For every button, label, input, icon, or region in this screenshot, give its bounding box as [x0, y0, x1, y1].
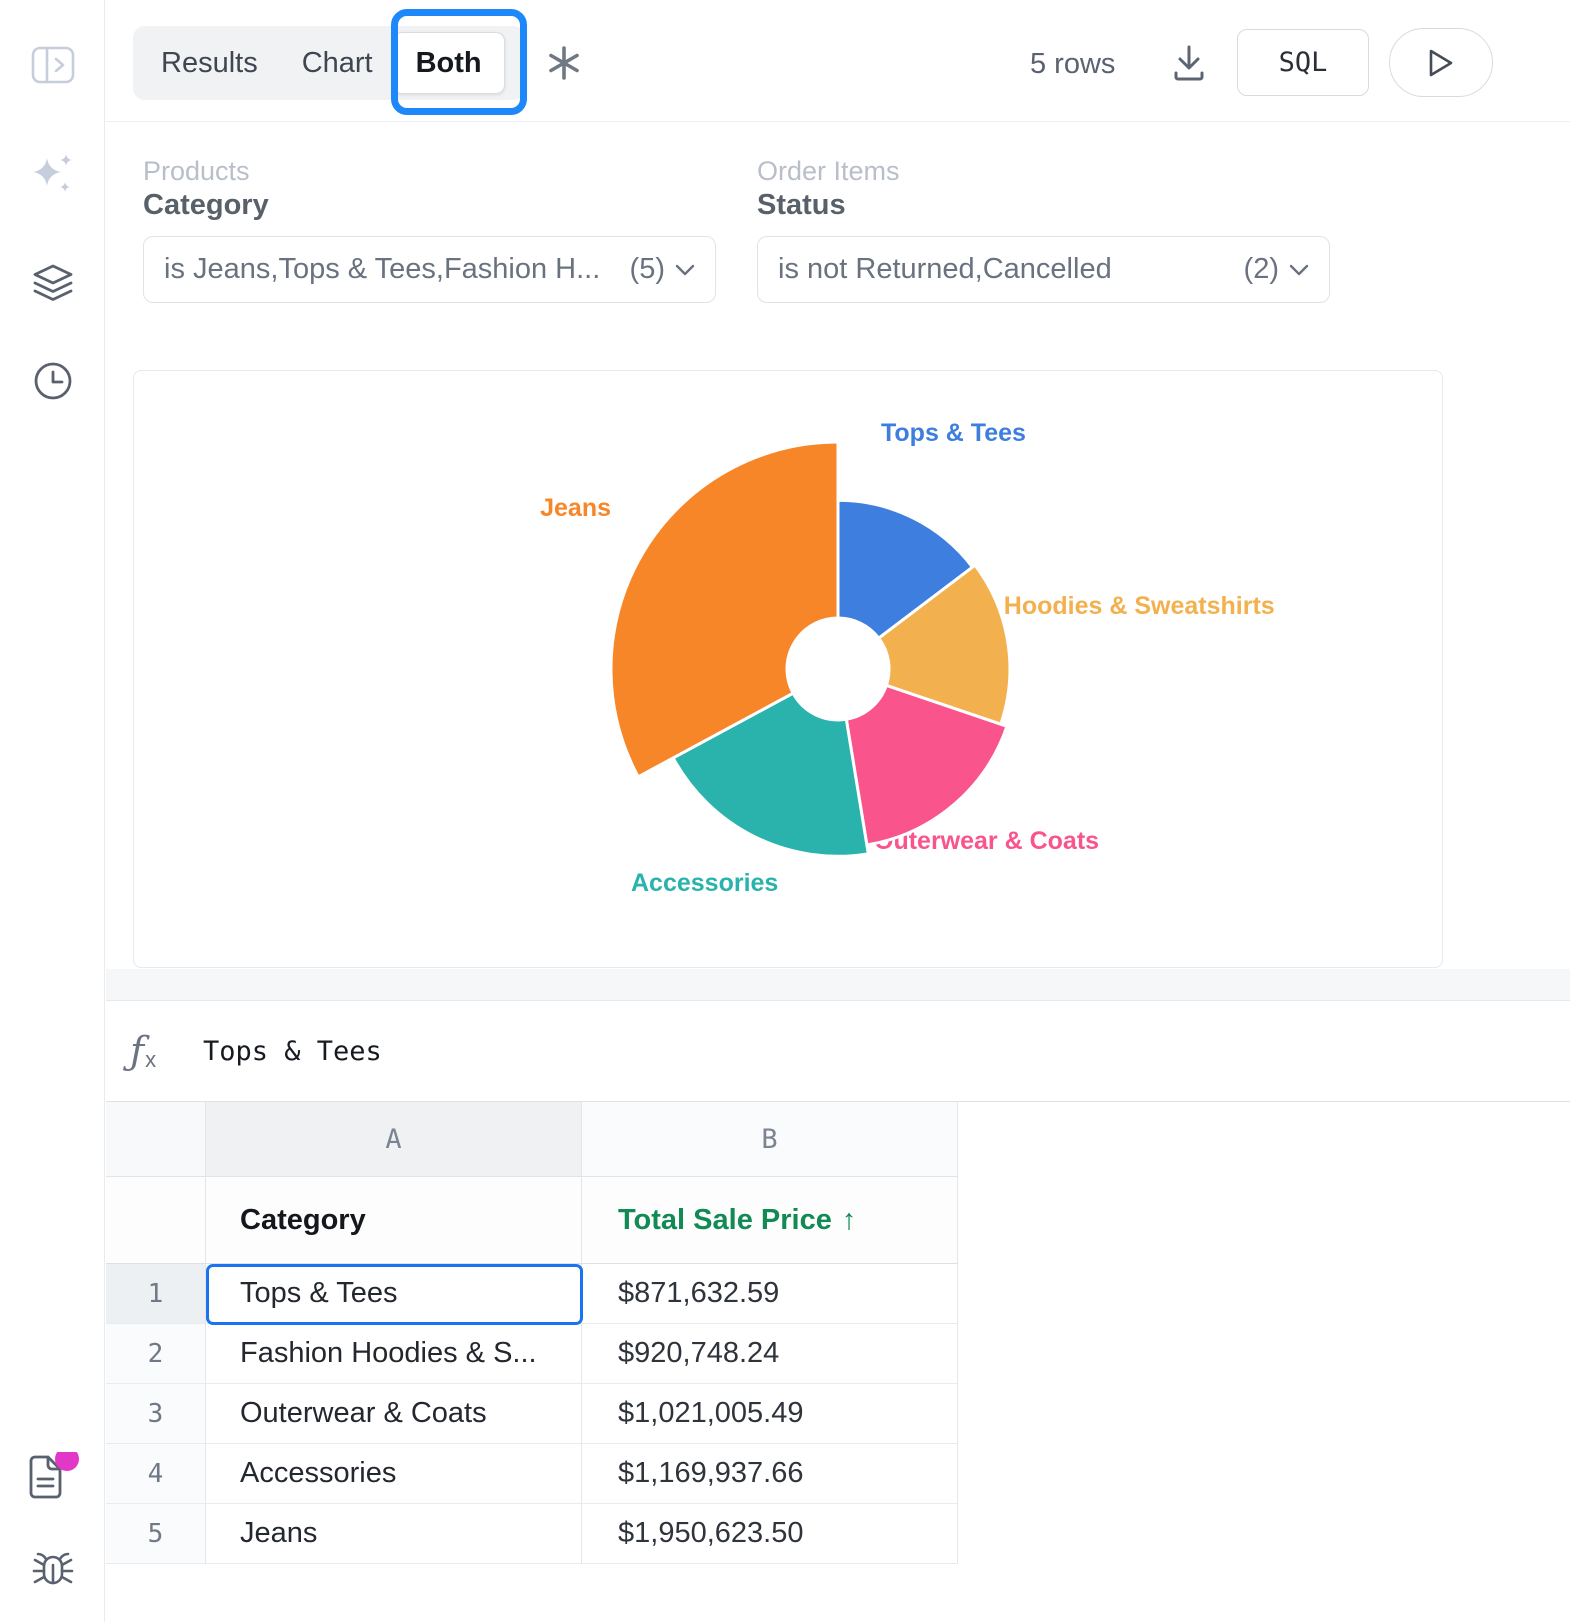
cell-category[interactable]: Jeans	[206, 1504, 582, 1564]
filter-source-label: Products	[143, 156, 250, 187]
cell-price[interactable]: $871,632.59	[582, 1264, 958, 1324]
header-gutter-cell	[106, 1177, 206, 1264]
table-row: 4 Accessories $1,169,937.66	[106, 1444, 958, 1504]
sparkles-ai-icon[interactable]	[0, 152, 105, 196]
results-spreadsheet: A B Category Total Sale Price ↑ 1 Tops &…	[106, 1102, 1570, 1564]
header-total-sale-price[interactable]: Total Sale Price ↑	[582, 1177, 958, 1264]
row-number[interactable]: 4	[106, 1444, 206, 1504]
table-row: 1 Tops & Tees $871,632.59	[106, 1264, 958, 1324]
cell-price[interactable]: $1,950,623.50	[582, 1504, 958, 1564]
cell-price[interactable]: $1,021,005.49	[582, 1384, 958, 1444]
status-filter-dropdown[interactable]: is not Returned,Cancelled (2)	[757, 236, 1330, 303]
cell-category[interactable]: Accessories	[206, 1444, 582, 1504]
cell-category[interactable]: Tops & Tees	[206, 1264, 582, 1324]
pie-chart-card: Tops & TeesFashion Hoodies & Sweatshirts…	[133, 370, 1443, 968]
chevron-down-icon	[1289, 264, 1309, 276]
chevron-down-icon	[675, 264, 695, 276]
left-sidebar	[0, 0, 105, 1622]
column-letter-row: A B	[106, 1102, 958, 1177]
history-clock-icon[interactable]	[0, 360, 105, 402]
play-icon	[1428, 48, 1454, 78]
pie-label: Accessories	[631, 869, 778, 897]
cell-category[interactable]: Fashion Hoodies & S...	[206, 1324, 582, 1384]
table-row: 5 Jeans $1,950,623.50	[106, 1504, 958, 1564]
row-count-label: 5 rows	[1030, 48, 1115, 81]
filter-count: (5)	[630, 253, 665, 286]
filter-count: (2)	[1244, 253, 1279, 286]
row-number[interactable]: 1	[106, 1264, 206, 1324]
corner-cell[interactable]	[106, 1102, 206, 1177]
tab-results[interactable]: Results	[161, 47, 258, 80]
cell-price[interactable]: $1,169,937.66	[582, 1444, 958, 1504]
pie-label: Jeans	[540, 494, 611, 522]
sort-ascending-arrow: ↑	[842, 1204, 857, 1237]
header-row: Category Total Sale Price ↑	[106, 1177, 958, 1264]
cell-category[interactable]: Outerwear & Coats	[206, 1384, 582, 1444]
header-category[interactable]: Category	[206, 1177, 582, 1264]
formula-bar: ƒx Tops & Tees	[106, 1001, 1570, 1101]
app-window: Results Chart Both 5 rows SQL Products C…	[0, 0, 1570, 1622]
layers-icon[interactable]	[0, 264, 105, 304]
pie-chart-svg: Tops & TeesFashion Hoodies & Sweatshirts…	[134, 371, 1443, 968]
row-number[interactable]: 3	[106, 1384, 206, 1444]
header-label: Total Sale Price	[618, 1204, 832, 1237]
table-row: 2 Fashion Hoodies & S... $920,748.24	[106, 1324, 958, 1384]
section-divider-band	[106, 969, 1570, 1001]
filter-source-label: Order Items	[757, 156, 900, 187]
sql-button[interactable]: SQL	[1237, 29, 1369, 96]
chart-settings-asterisk-icon[interactable]	[546, 45, 582, 81]
cell-price[interactable]: $920,748.24	[582, 1324, 958, 1384]
row-number[interactable]: 5	[106, 1504, 206, 1564]
filter-field-label: Status	[757, 189, 846, 222]
row-number[interactable]: 2	[106, 1324, 206, 1384]
formula-bar-value[interactable]: Tops & Tees	[203, 1036, 382, 1067]
expand-panel-icon[interactable]	[0, 46, 105, 84]
pie-label: Tops & Tees	[881, 419, 1026, 447]
download-icon[interactable]	[1171, 43, 1207, 83]
tab-chart[interactable]: Chart	[302, 47, 373, 80]
toolbar-divider	[106, 121, 1570, 122]
table-row: 3 Outerwear & Coats $1,021,005.49	[106, 1384, 958, 1444]
category-filter-dropdown[interactable]: is Jeans,Tops & Tees,Fashion H... (5)	[143, 236, 716, 303]
filter-field-label: Category	[143, 189, 269, 222]
filter-value: is not Returned,Cancelled	[778, 253, 1244, 286]
view-mode-segmented-control: Results Chart Both	[133, 26, 525, 100]
filter-value: is Jeans,Tops & Tees,Fashion H...	[164, 253, 630, 286]
bug-debug-icon[interactable]	[0, 1549, 105, 1591]
run-query-button[interactable]	[1389, 28, 1493, 97]
column-letter-a[interactable]: A	[206, 1102, 582, 1177]
column-letter-b[interactable]: B	[582, 1102, 958, 1177]
document-icon[interactable]	[0, 1452, 105, 1502]
tab-both[interactable]: Both	[393, 32, 505, 94]
fx-function-icon: ƒx	[130, 1029, 188, 1073]
